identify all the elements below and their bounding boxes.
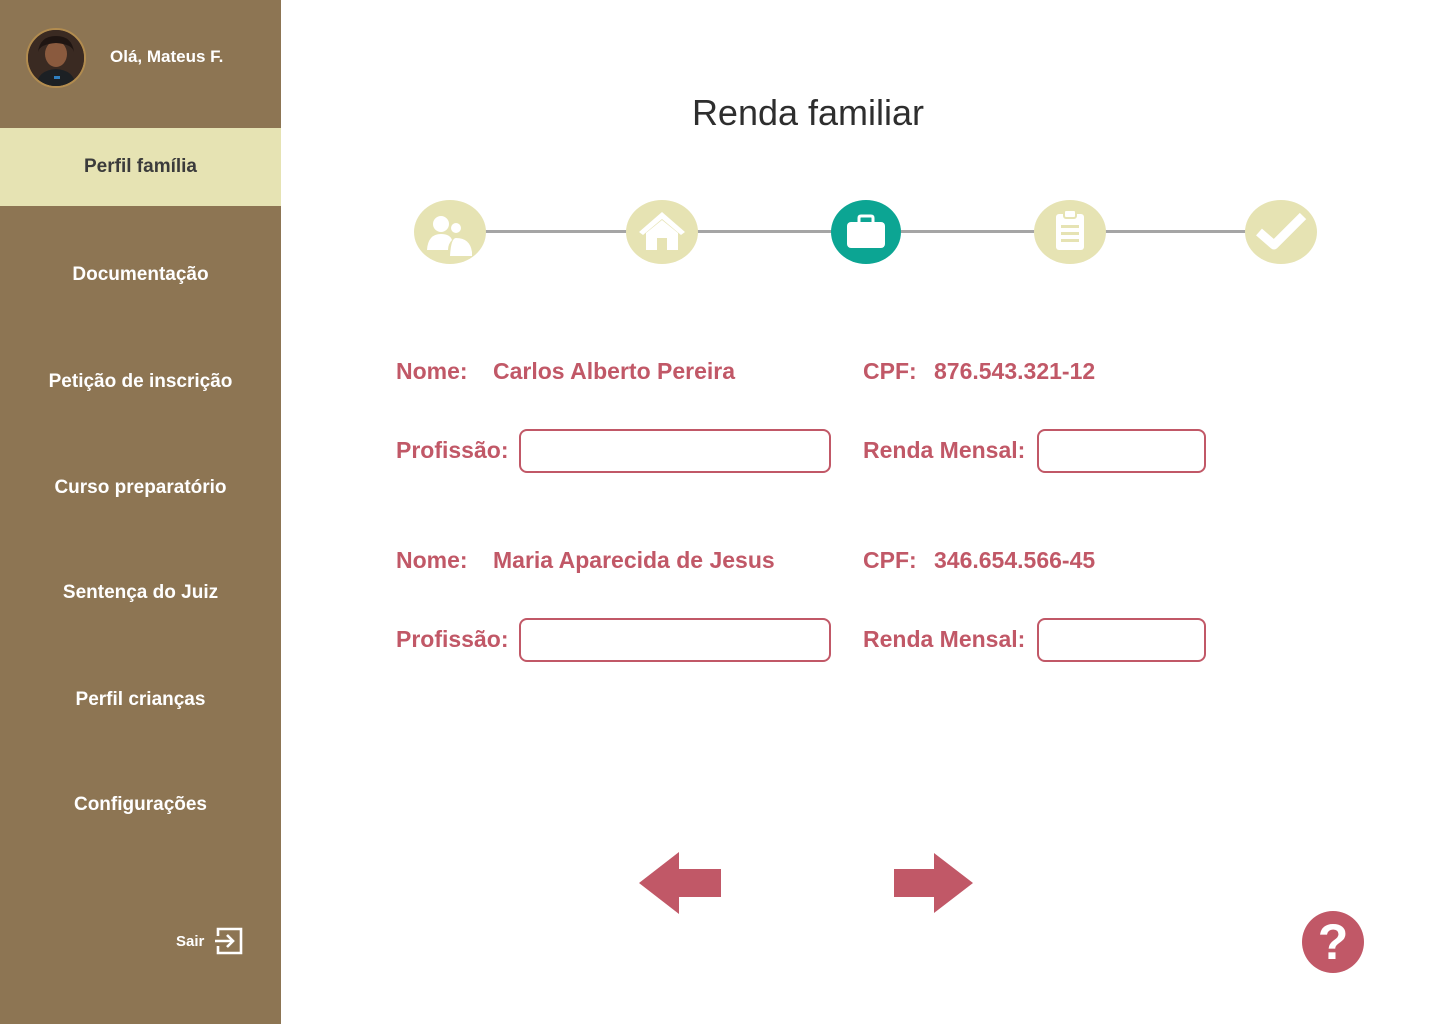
check-icon xyxy=(1256,212,1307,250)
sidebar-item-peticao-inscricao[interactable]: Petição de inscrição xyxy=(0,343,281,421)
back-arrow-icon[interactable] xyxy=(638,851,722,915)
member-2-profession-label: Profissão: xyxy=(396,626,509,652)
step-clipboard[interactable] xyxy=(1034,200,1106,264)
logout-icon xyxy=(215,927,243,955)
step-home[interactable] xyxy=(626,200,698,264)
logout-label: Sair xyxy=(176,932,205,950)
member-2-cpf-label: CPF: xyxy=(863,547,917,573)
sidebar-item-perfil-familia[interactable]: Perfil família xyxy=(0,128,281,206)
step-briefcase[interactable] xyxy=(831,200,901,264)
step-family[interactable] xyxy=(414,200,486,264)
sidebar-item-sentenca-juiz[interactable]: Sentença do Juiz xyxy=(0,554,281,632)
member-2-name: Maria Aparecida de Jesus xyxy=(493,547,775,573)
member-1-income-field[interactable] xyxy=(1037,429,1206,473)
avatar[interactable] xyxy=(26,28,86,88)
family-icon xyxy=(427,216,472,256)
member-1-name-label: Nome: xyxy=(396,358,468,384)
member-2-cpf: 346.654.566-45 xyxy=(934,547,1096,573)
clipboard-icon xyxy=(1056,209,1084,250)
member-1-income-label: Renda Mensal: xyxy=(863,437,1026,463)
member-2-income-label: Renda Mensal: xyxy=(863,626,1026,652)
page-title: Renda familiar xyxy=(691,92,925,133)
sidebar-item-perfil-criancas[interactable]: Perfil crianças xyxy=(0,661,281,739)
member-1-profession-label: Profissão: xyxy=(396,437,509,463)
sidebar-item-curso-preparatorio[interactable]: Curso preparatório xyxy=(0,449,281,527)
user-greeting: Olá, Mateus F. xyxy=(110,47,224,66)
home-icon xyxy=(639,212,685,250)
help-button[interactable]: ? xyxy=(1302,911,1364,973)
user-header: Olá, Mateus F. xyxy=(0,0,281,128)
logout-button[interactable]: Sair xyxy=(176,926,244,956)
sidebar: Olá, Mateus F. Perfil família Documentaç… xyxy=(0,0,281,1024)
help-icon: ? xyxy=(1317,914,1349,970)
member-2-name-label: Nome: xyxy=(396,547,468,573)
member-1-cpf: 876.543.321-12 xyxy=(934,358,1096,384)
member-1-profession-field[interactable] xyxy=(519,429,831,473)
avatar-image xyxy=(28,30,84,86)
next-arrow-icon[interactable] xyxy=(893,852,974,914)
member-2-profession-field[interactable] xyxy=(519,618,831,662)
step-check[interactable] xyxy=(1245,200,1317,264)
sidebar-item-documentacao[interactable]: Documentação xyxy=(0,236,281,314)
member-1-cpf-label: CPF: xyxy=(863,358,917,384)
member-1-name: Carlos Alberto Pereira xyxy=(493,358,736,384)
member-2-income-field[interactable] xyxy=(1037,618,1206,662)
sidebar-item-configuracoes[interactable]: Configurações xyxy=(0,766,281,844)
briefcase-icon xyxy=(847,214,885,248)
